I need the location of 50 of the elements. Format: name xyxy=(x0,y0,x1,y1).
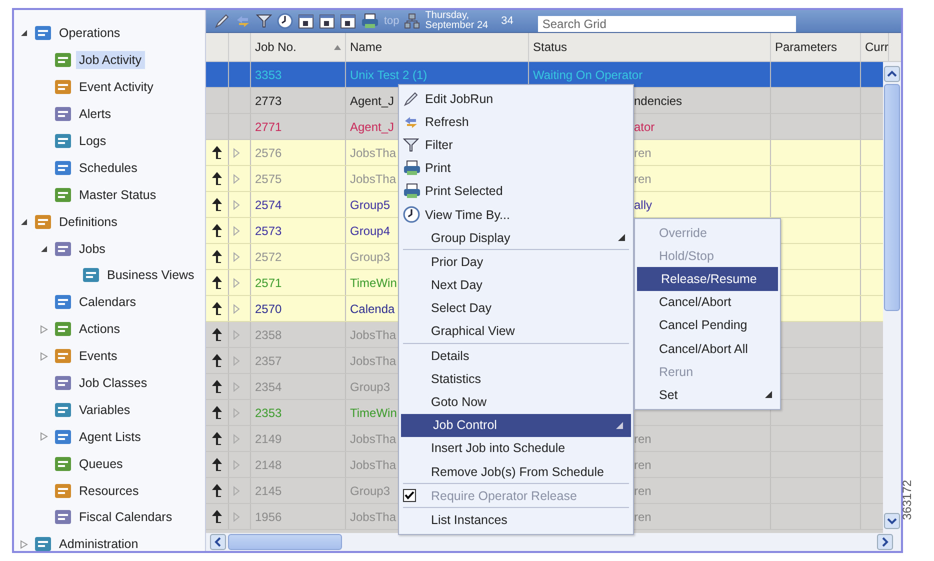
table-cell: 2575 xyxy=(255,172,282,186)
table-cell: Agent_J xyxy=(350,120,394,134)
table-cell: ren xyxy=(634,146,652,160)
table-cell: ndencies xyxy=(634,94,682,108)
table-cell: TimeWin xyxy=(350,276,397,290)
date-label: September 24 xyxy=(425,21,488,31)
table-cell: Group3 xyxy=(350,484,390,498)
table-cell: JobsTha xyxy=(350,510,396,524)
table-cell: ren xyxy=(634,510,652,524)
table-cell: JobsTha xyxy=(350,146,396,160)
table-cell: JobsTha xyxy=(350,432,396,446)
table-cell: Unix Test 2 (1) xyxy=(350,68,428,82)
table-cell: JobsTha xyxy=(350,458,396,472)
table-cell: 2145 xyxy=(255,484,282,498)
table-cell: ally xyxy=(634,198,652,212)
figure-number: 363172 xyxy=(900,480,914,520)
table-cell: 2571 xyxy=(255,276,282,290)
date-label: Thursday, xyxy=(425,11,470,21)
table-cell: 1956 xyxy=(255,510,282,524)
table-cell: 2574 xyxy=(255,198,282,212)
table-cell: 2353 xyxy=(255,406,282,420)
table-cell: 2576 xyxy=(255,146,282,160)
table-cell: 2357 xyxy=(255,354,282,368)
table-cell: ren xyxy=(634,458,652,472)
table-cell: 2570 xyxy=(255,302,282,316)
table-cell: 2771 xyxy=(255,120,282,134)
table-cell: Agent_J xyxy=(350,94,394,108)
table-cell: Waiting On Operator xyxy=(533,68,643,82)
table-cell: Group4 xyxy=(350,224,390,238)
table-cell: TimeWin xyxy=(350,406,397,420)
table-cell: 2148 xyxy=(255,458,282,472)
table-cell: 2572 xyxy=(255,250,282,264)
table-cell: 2773 xyxy=(255,94,282,108)
table-cell: JobsTha xyxy=(350,328,396,342)
table-cell: Calenda xyxy=(350,302,395,316)
table-cell: ren xyxy=(634,172,652,186)
table-cell: 2354 xyxy=(255,380,282,394)
table-cell: ator xyxy=(634,120,655,134)
table-cell: 3353 xyxy=(255,68,282,82)
table-cell: ren xyxy=(634,484,652,498)
table-cell: 2573 xyxy=(255,224,282,238)
table-cell: 2149 xyxy=(255,432,282,446)
table-cell: ren xyxy=(634,432,652,446)
count-label: 34 xyxy=(501,15,514,27)
table-cell: Group3 xyxy=(350,380,390,394)
table-cell: 2358 xyxy=(255,328,282,342)
table-cell: Group3 xyxy=(350,250,390,264)
table-cell: JobsTha xyxy=(350,172,396,186)
table-cell: Group5 xyxy=(350,198,390,212)
table-cell: JobsTha xyxy=(350,354,396,368)
